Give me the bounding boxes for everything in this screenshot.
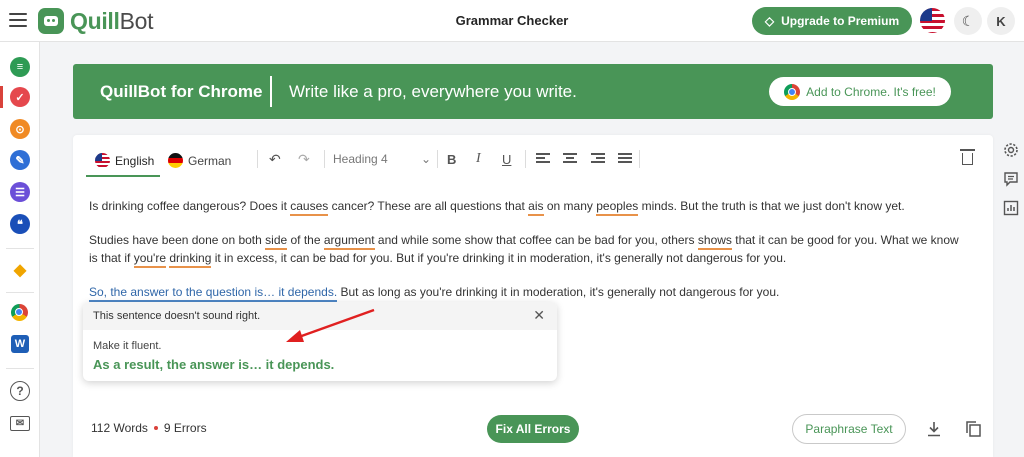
paragraph-1: Is drinking coffee dangerous? Does it ca… [89, 197, 969, 216]
settings-gear-icon[interactable] [1003, 142, 1019, 158]
italic-icon[interactable]: I [476, 150, 481, 168]
error-word[interactable]: peoples [596, 199, 639, 216]
align-justify-icon[interactable] [618, 153, 632, 164]
tab-english[interactable]: English [95, 153, 154, 168]
popup-title: This sentence doesn't sound right. [93, 310, 261, 322]
active-tool-indicator [0, 86, 3, 108]
copy-icon[interactable] [966, 421, 981, 437]
plagiarism-checker-icon[interactable]: ⊙ [10, 119, 30, 139]
sidebar-divider [6, 368, 34, 369]
chevron-down-icon: ⌄ [420, 152, 431, 166]
paragraph-3: So, the answer to the question is… it de… [89, 283, 969, 302]
toolbar-divider [324, 150, 325, 168]
error-word[interactable]: shows [697, 233, 732, 250]
underline-icon[interactable]: U [502, 150, 511, 168]
popup-hint: Make it fluent. [93, 340, 162, 352]
align-right-icon[interactable] [591, 153, 605, 164]
error-word[interactable]: you're [133, 251, 166, 268]
dark-mode-toggle[interactable]: ☾ [954, 7, 982, 35]
comment-icon[interactable] [1003, 171, 1019, 187]
active-tab-indicator [86, 175, 160, 177]
word-count: 112 Words [91, 421, 148, 435]
banner-divider [270, 76, 272, 107]
tab-german[interactable]: German [168, 153, 231, 168]
trash-icon[interactable] [960, 149, 975, 165]
add-to-chrome-label: Add to Chrome. It's free! [806, 84, 936, 99]
redo-icon[interactable]: ↷ [298, 150, 310, 168]
upgrade-premium-label: Upgrade to Premium [781, 14, 900, 28]
suggestion-text[interactable]: As a result, the answer is… it depends. [93, 357, 334, 372]
statistics-icon[interactable] [1003, 200, 1019, 216]
flagged-sentence[interactable]: So, the answer to the question is… it de… [89, 285, 338, 302]
toolbar-divider [639, 150, 640, 168]
sidebar-divider [6, 292, 34, 293]
left-sidebar: ≡ ✓ ⊙ ✎ ☰ ❝ ◆ W ? ✉ [0, 42, 40, 457]
download-icon[interactable] [927, 421, 941, 437]
error-word[interactable]: side [265, 233, 288, 250]
annotation-arrow-icon [286, 308, 375, 342]
citation-generator-icon[interactable]: ❝ [10, 214, 30, 234]
heading-select[interactable]: Heading 4 ⌄ [333, 152, 431, 166]
mail-icon[interactable]: ✉ [10, 416, 30, 431]
paraphraser-icon[interactable]: ≡ [10, 57, 30, 77]
paragraph-2: Studies have been done on both side of t… [89, 231, 969, 268]
banner-title: QuillBot for Chrome [100, 82, 263, 101]
word-addin-icon[interactable]: W [11, 335, 29, 353]
toolbar-divider [525, 150, 526, 168]
toolbar-divider [257, 150, 258, 168]
co-writer-icon[interactable]: ✎ [10, 150, 30, 170]
error-word[interactable]: ais [528, 199, 544, 216]
tab-english-label: English [115, 153, 155, 168]
moon-icon: ☾ [961, 12, 975, 29]
chrome-promo-banner: QuillBot for Chrome Write like a pro, ev… [73, 64, 993, 119]
heading-select-value: Heading 4 [333, 152, 388, 166]
diamond-icon: ◇ [764, 14, 775, 28]
align-center-icon[interactable] [563, 153, 577, 164]
align-left-icon[interactable] [536, 153, 550, 164]
add-to-chrome-button[interactable]: Add to Chrome. It's free! [769, 77, 951, 106]
top-bar: QuillBot Grammar Checker ◇ Upgrade to Pr… [0, 0, 1024, 42]
chrome-extension-icon[interactable] [11, 304, 28, 321]
error-count: 9 Errors [163, 421, 207, 435]
editor-card: English German ↶ ↷ Heading 4 ⌄ B I U Is … [73, 135, 993, 457]
undo-icon[interactable]: ↶ [269, 150, 281, 168]
help-icon[interactable]: ? [10, 381, 30, 401]
tab-german-label: German [188, 153, 232, 168]
error-dot-icon [153, 426, 158, 430]
grammar-checker-icon[interactable]: ✓ [10, 87, 30, 107]
banner-tagline: Write like a pro, everywhere you write. [289, 82, 577, 101]
error-word[interactable]: causes [290, 199, 329, 216]
premium-diamond-icon[interactable]: ◆ [10, 260, 30, 280]
summarizer-icon[interactable]: ☰ [10, 182, 30, 202]
toolbar-divider [437, 150, 438, 168]
error-word[interactable]: argument [323, 233, 375, 250]
upgrade-premium-button[interactable]: ◇ Upgrade to Premium [752, 7, 912, 35]
bold-icon[interactable]: B [447, 150, 456, 168]
error-word[interactable]: drinking [169, 251, 212, 268]
german-flag-icon [168, 153, 183, 168]
document-stats: 112 Words 9 Errors [91, 421, 207, 435]
avatar[interactable]: K [987, 7, 1015, 35]
fix-all-errors-button[interactable]: Fix All Errors [487, 415, 579, 443]
language-flag-icon[interactable] [920, 8, 945, 33]
us-flag-icon [95, 153, 110, 168]
chrome-icon [784, 83, 801, 100]
close-icon[interactable]: ✕ [533, 307, 545, 324]
editor-toolbar: English German ↶ ↷ Heading 4 ⌄ B I U [73, 135, 993, 179]
sidebar-divider [6, 248, 34, 249]
paraphrase-text-button[interactable]: Paraphrase Text [792, 414, 906, 444]
